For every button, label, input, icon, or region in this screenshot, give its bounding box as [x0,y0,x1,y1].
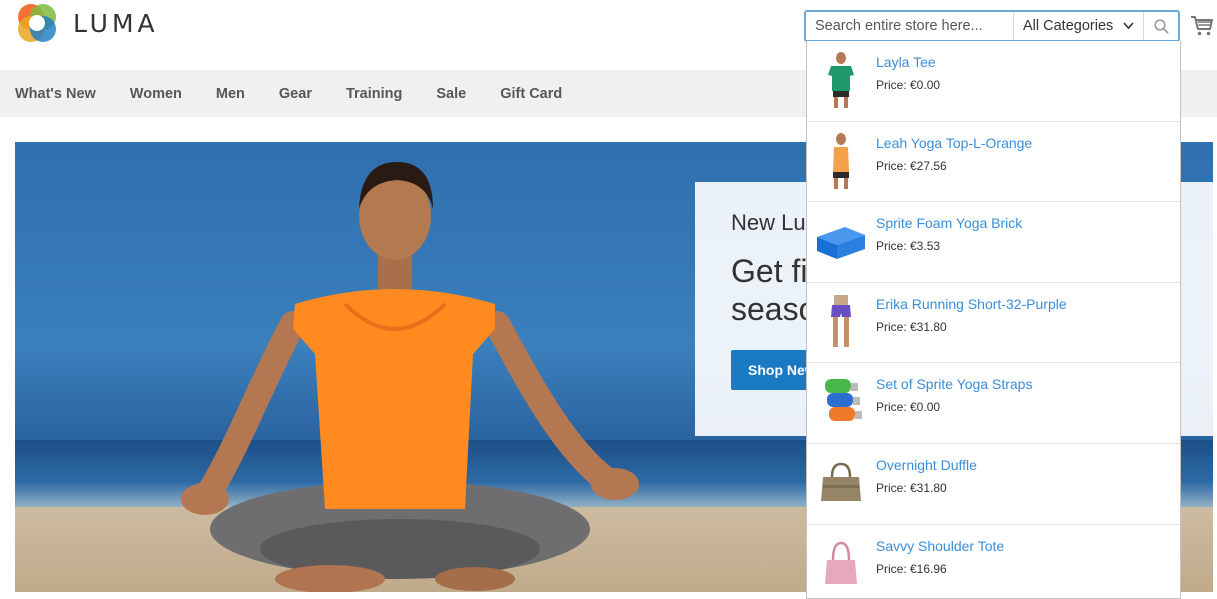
product-name[interactable]: Set of Sprite Yoga Straps [876,376,1032,392]
category-select[interactable]: All Categories [1014,12,1144,40]
product-price: Price: €31.80 [876,480,947,495]
product-price: Price: €16.96 [876,561,947,576]
luma-logo-icon [18,4,56,42]
site-logo[interactable]: LUMA [15,0,159,46]
product-thumbnail [815,291,867,353]
yoga-brick-icon [817,227,865,260]
nav-item-training[interactable]: Training [346,86,402,102]
product-price: Price: €0.00 [876,78,941,92]
product-thumbnail [815,371,867,433]
autocomplete-item[interactable]: Layla Tee Price: €0.00 [807,41,1180,122]
product-name[interactable]: Overnight Duffle [876,457,977,473]
product-name[interactable]: Layla Tee [876,54,936,70]
product-price: Price: €31.80 [876,319,947,334]
nav-item-sale[interactable]: Sale [436,86,466,102]
purple-shorts-icon [831,294,851,347]
duffle-bag-icon [821,462,861,501]
product-thumbnail [815,533,867,595]
nav-item-gift-card[interactable]: Gift Card [500,86,562,102]
autocomplete-item[interactable]: Overnight Duffle Price: €31.80 [807,444,1180,525]
autocomplete-item[interactable]: Sprite Foam Yoga Brick Price: €3.53 [807,202,1180,283]
orange-tank-icon [833,132,849,189]
product-name[interactable]: Leah Yoga Top-L-Orange [876,135,1032,151]
yoga-straps-icon [825,379,862,422]
search-autocomplete: Layla Tee Price: €0.00 Leah Yoga Top-L-O… [806,41,1181,599]
product-name[interactable]: Sprite Foam Yoga Brick [876,215,1022,231]
cart-icon [1191,16,1213,36]
autocomplete-item[interactable]: Savvy Shoulder Tote Price: €16.96 [807,525,1180,598]
search-button[interactable] [1144,12,1178,40]
nav-item-gear[interactable]: Gear [279,86,312,102]
search-input[interactable] [806,12,1014,40]
chevron-down-icon [1123,22,1134,30]
minicart-button[interactable] [1190,14,1214,38]
product-price: Price: €3.53 [876,239,941,254]
meditating-woman-image [181,162,639,592]
autocomplete-item[interactable]: Leah Yoga Top-L-Orange Price: €27.56 [807,122,1180,203]
tote-bag-icon [825,541,857,584]
product-price: Price: €27.56 [876,158,947,173]
category-select-value: All Categories [1023,18,1114,34]
product-name[interactable]: Savvy Shoulder Tote [876,538,1004,554]
product-thumbnail [815,49,867,111]
autocomplete-item[interactable]: Erika Running Short-32-Purple Price: €31… [807,283,1180,364]
product-name[interactable]: Erika Running Short-32-Purple [876,296,1067,312]
green-tee-icon [828,52,854,108]
nav-item-men[interactable]: Men [216,86,245,102]
brand-name: LUMA [73,8,159,38]
nav-item-women[interactable]: Women [130,86,182,102]
product-price: Price: €0.00 [876,400,941,415]
autocomplete-item[interactable]: Set of Sprite Yoga Straps Price: €0.00 [807,363,1180,444]
product-thumbnail [815,130,867,192]
product-thumbnail [815,210,867,272]
nav-item-whats-new[interactable]: What's New [15,86,96,102]
product-thumbnail [815,452,867,514]
search-icon [1153,18,1169,34]
search-bar: All Categories [804,10,1180,42]
